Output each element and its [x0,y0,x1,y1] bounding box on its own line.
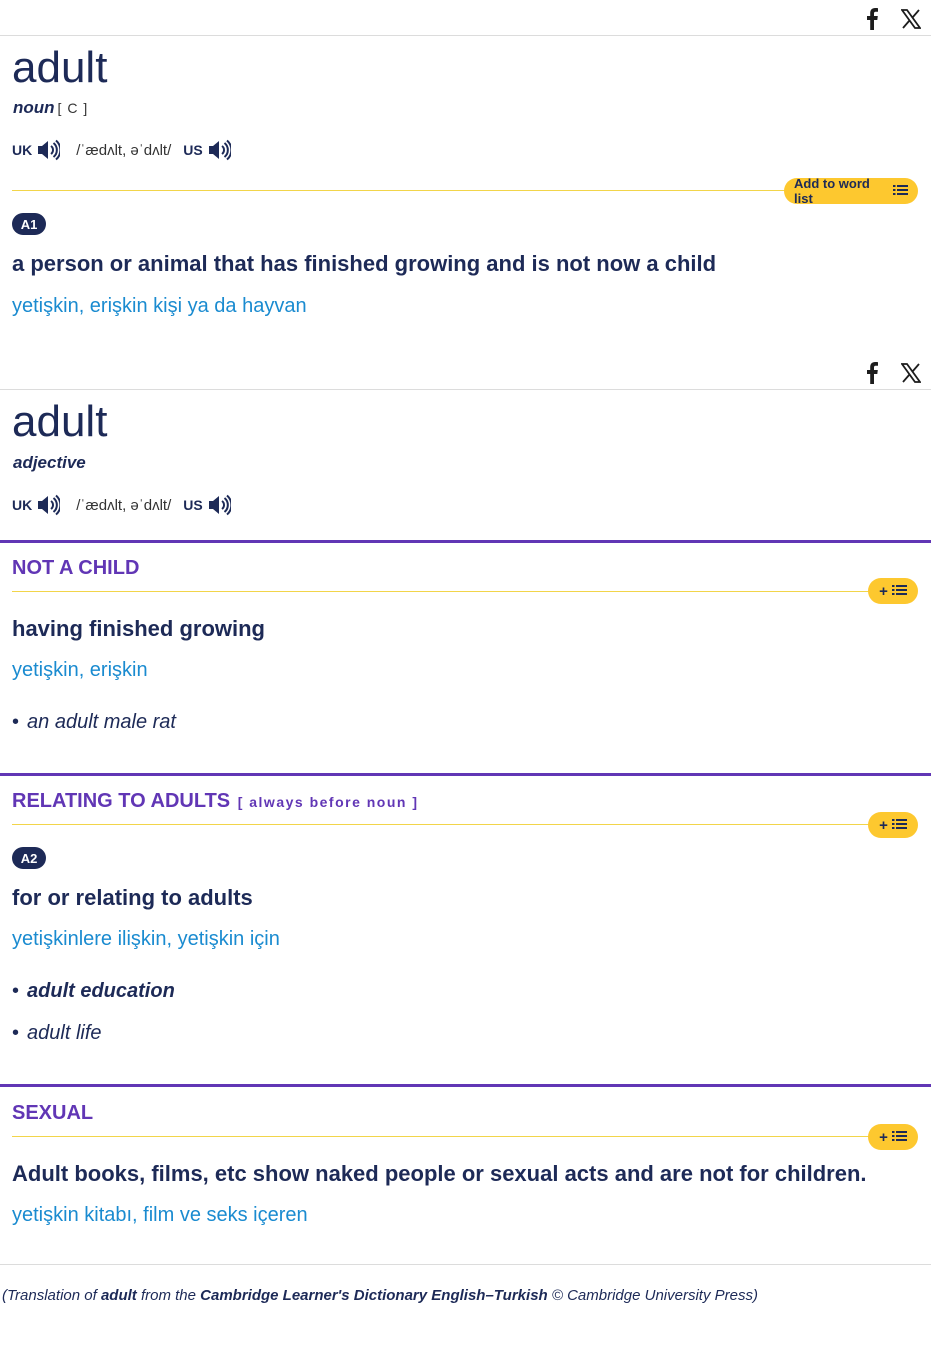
definition: Adult books, films, etc show naked peopl… [12,1161,867,1186]
add-to-word-list-button[interactable]: + [868,578,918,604]
example: • an adult male rat [12,711,176,733]
sense-line [12,824,872,825]
translation: yetişkin, erişkin [12,659,148,681]
example-text: an adult male rat [27,711,176,733]
list-icon [891,817,907,834]
guideword-text: RELATING TO ADULTS [12,790,231,812]
sense-divider [0,773,931,776]
sense-divider [0,540,931,543]
part-of-speech: noun[ C ] [13,98,88,118]
add-to-word-list-button[interactable]: + [868,1124,918,1150]
definition: having finished growing [12,616,265,641]
list-icon [893,184,908,199]
credit-suffix: © Cambridge University Press) [547,1287,758,1304]
word-list-label: Add to word list [794,176,870,206]
credit-dictionary: Cambridge Learner's Dictionary English–T… [200,1287,548,1304]
translation: yetişkin, erişkin kişi ya da hayvan [12,295,307,317]
uk-label: UK [12,497,33,513]
speaker-icon[interactable] [207,139,233,161]
guideword: NOT A CHILD [12,557,140,579]
divider [0,1264,931,1265]
sense-divider [0,1084,931,1087]
plus-icon: + [879,582,888,600]
share-bar [865,8,921,30]
add-to-word-list-button[interactable]: Add to word list [784,176,918,206]
credit-word: adult [100,1287,137,1304]
pronunciation: UK /ˈædʌlt, əˈdʌlt/ US [12,494,233,516]
share-bar [865,362,921,384]
part-of-speech: adjective [13,453,86,472]
level-badge: A2 [12,847,46,869]
sense-divider [12,190,792,191]
sense-line [12,591,872,592]
uk-label: UK [12,142,33,158]
example-text: adult education [27,980,175,1002]
us-label: US [183,142,203,158]
definition: a person or animal that has finished gro… [12,251,717,276]
ipa: /ˈædʌlt, əˈdʌlt/ [76,141,172,159]
speaker-icon[interactable] [207,494,233,516]
divider [0,35,931,36]
x-icon[interactable] [901,9,921,29]
guideword: RELATING TO ADULTS [ always before noun … [12,790,419,813]
credit-prefix: (Translation of [2,1287,101,1304]
list-icon [891,1129,907,1146]
pos-label: noun [13,98,55,117]
list-icon [891,583,907,600]
pronunciation: UK /ˈædʌlt, əˈdʌlt/ US [12,139,233,161]
x-icon[interactable] [901,363,921,383]
speaker-icon[interactable] [36,494,62,516]
guideword: SEXUAL [12,1102,94,1124]
speaker-icon[interactable] [36,139,62,161]
example: • adult education [12,980,175,1002]
example-text: adult life [27,1022,102,1044]
headword: adult [12,43,108,92]
grammar-code: [ C ] [57,100,89,116]
translation: yetişkinlere ilişkin, yetişkin için [12,928,280,950]
plus-icon: + [879,816,888,834]
level-badge: A1 [12,213,46,235]
sense-line [12,1136,872,1137]
us-label: US [183,497,203,513]
definition: for or relating to adults [12,885,253,910]
credit-middle: from the [136,1287,201,1304]
add-to-word-list-button[interactable]: + [868,812,918,838]
plus-icon: + [879,1128,888,1146]
source-credit: (Translation of adult from the Cambridge… [2,1287,758,1304]
grammar-code: [ always before noun ] [237,794,419,810]
translation: yetişkin kitabı, film ve seks içeren [12,1204,308,1226]
example: • adult life [12,1022,102,1044]
headword: adult [12,397,108,446]
facebook-icon[interactable] [865,8,879,30]
ipa: /ˈædʌlt, əˈdʌlt/ [76,496,172,514]
divider [0,389,931,390]
facebook-icon[interactable] [865,362,879,384]
